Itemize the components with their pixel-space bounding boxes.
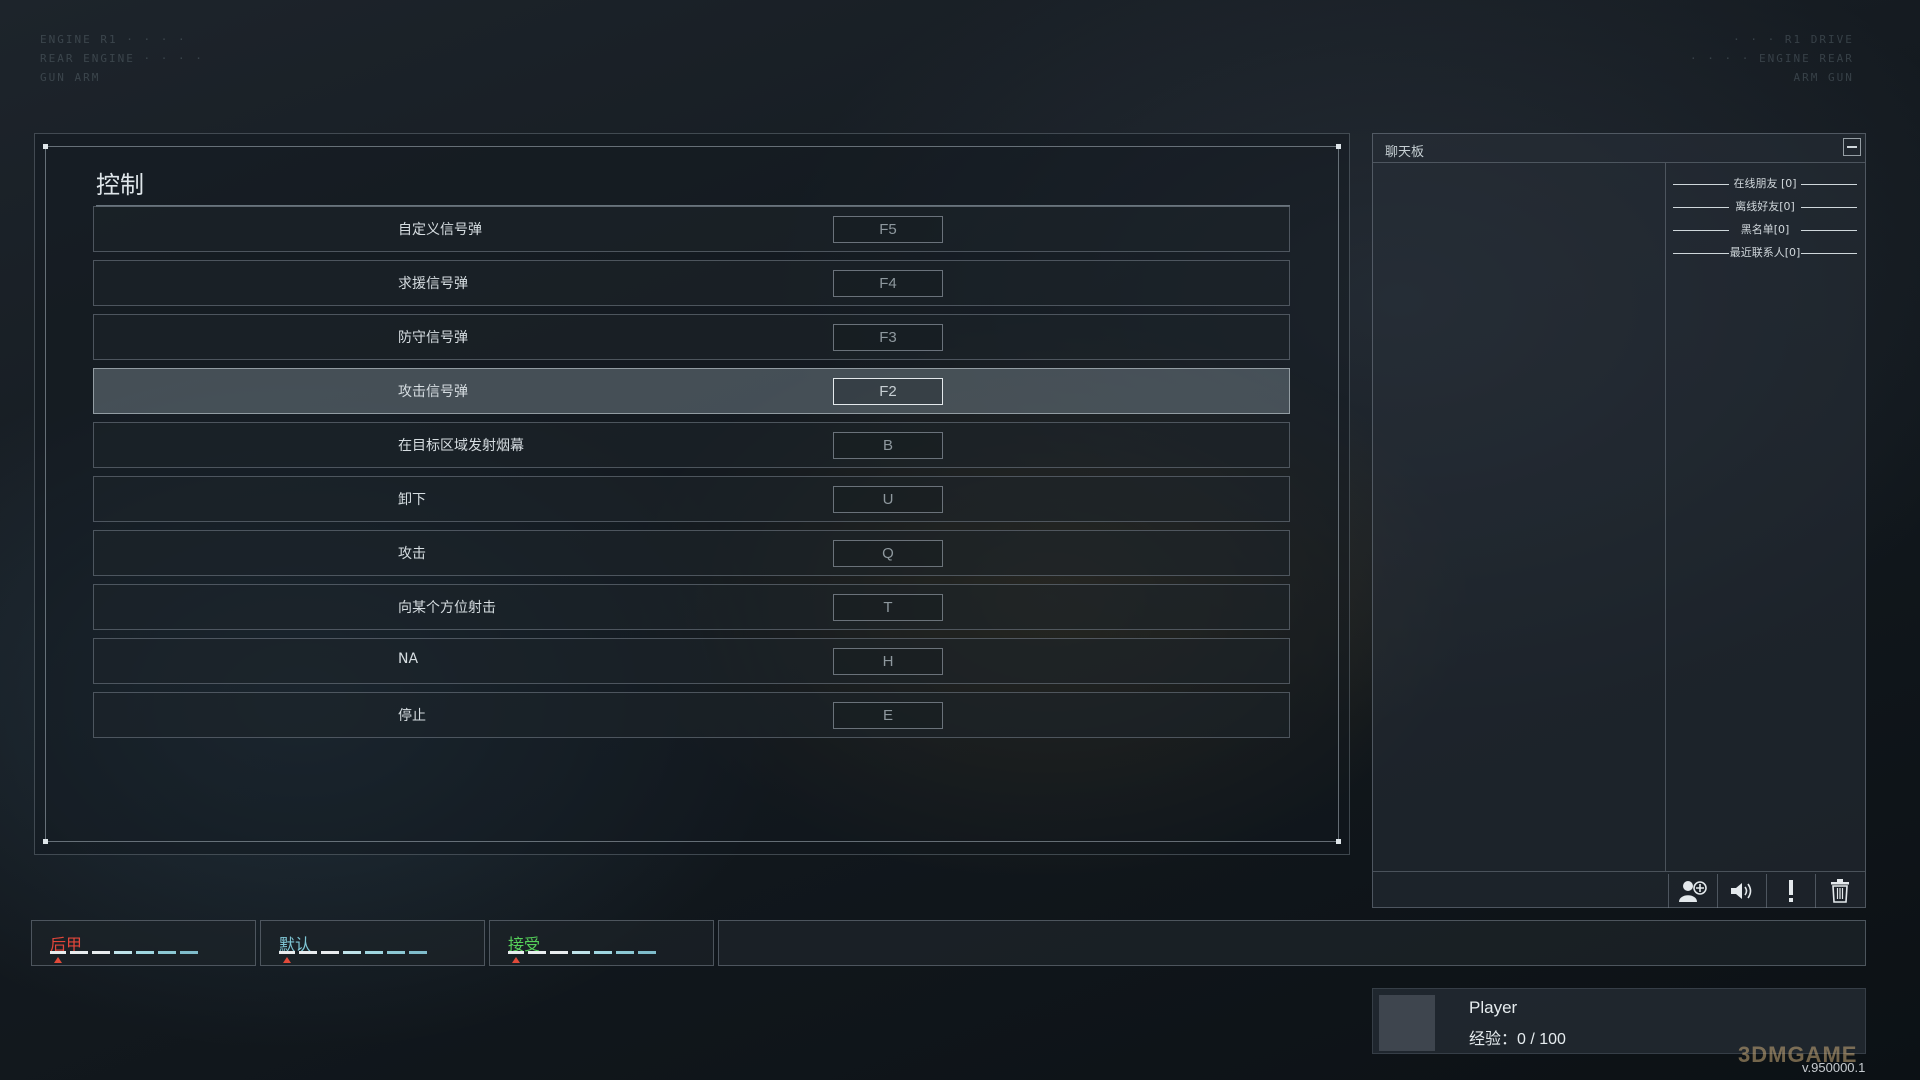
- friend-group-label: 最近联系人[0]: [1729, 246, 1801, 259]
- chat-toolbar: [1373, 871, 1865, 909]
- keybinding-key-button[interactable]: U: [833, 486, 943, 513]
- chat-header: 聊天板: [1373, 134, 1865, 163]
- version-label: v.950000.1: [1802, 1060, 1866, 1075]
- divider-line: [1673, 184, 1729, 185]
- delete-button[interactable]: [1815, 874, 1863, 908]
- keybinding-key-button[interactable]: H: [833, 648, 943, 675]
- chat-message-area[interactable]: [1373, 163, 1666, 871]
- keybinding-key-button[interactable]: F4: [833, 270, 943, 297]
- keybinding-row-attack-flare[interactable]: 攻击信号弹 F2: [93, 368, 1290, 414]
- keybinding-label: 防守信号弹: [398, 330, 468, 346]
- friend-group-recent[interactable]: 最近联系人[0]: [1673, 246, 1857, 260]
- keybinding-label: 在目标区域发射烟幕: [398, 438, 524, 454]
- keybinding-key-button[interactable]: E: [833, 702, 943, 729]
- mode-tab-default[interactable]: 默认: [260, 920, 485, 966]
- keybinding-label: NA: [398, 651, 419, 667]
- sound-button[interactable]: [1717, 874, 1765, 908]
- friend-group-online[interactable]: 在线朋友 [0]: [1673, 177, 1857, 191]
- friend-group-blacklist[interactable]: 黑名单[0]: [1673, 223, 1857, 237]
- keybinding-key-button[interactable]: Q: [833, 540, 943, 567]
- avatar: [1379, 995, 1435, 1051]
- divider-line: [1801, 230, 1857, 231]
- keybinding-label: 求援信号弹: [398, 276, 468, 292]
- keybinding-key-button[interactable]: F5: [833, 216, 943, 243]
- frame-corner: [1336, 839, 1341, 844]
- add-friend-button[interactable]: [1668, 874, 1716, 908]
- friend-group-label: 在线朋友 [0]: [1733, 177, 1797, 190]
- alert-icon: [1788, 880, 1793, 902]
- chat-title: 聊天板: [1385, 145, 1425, 160]
- keybinding-row-custom-flare[interactable]: 自定义信号弹 F5: [93, 206, 1290, 252]
- keybinding-row-stop[interactable]: 停止 E: [93, 692, 1290, 738]
- divider-line: [1801, 253, 1857, 254]
- keybinding-key-button[interactable]: T: [833, 594, 943, 621]
- hud-overlay-right: · · · R1 DRIVE · · · · ENGINE REAR ARM GUN: [1690, 33, 1854, 84]
- speaker-icon: [1730, 883, 1751, 899]
- keybinding-row-fire-direction[interactable]: 向某个方位射击 T: [93, 584, 1290, 630]
- mode-tab-armor[interactable]: 后甲: [31, 920, 256, 966]
- report-button[interactable]: [1766, 874, 1814, 908]
- frame-corner: [1336, 144, 1341, 149]
- keybinding-label: 向某个方位射击: [398, 600, 496, 616]
- mode-tab-accept[interactable]: 接受: [489, 920, 714, 966]
- mode-indicator-icon: [54, 957, 62, 963]
- hud-overlay-left: ENGINE R1 · · · · REAR ENGINE · · · · GUN …: [40, 33, 204, 84]
- divider-line: [1673, 230, 1729, 231]
- chat-panel: 聊天板 在线朋友 [0] 离线好友[0] 黑名单[0] 最近联系人[0]: [1372, 133, 1866, 908]
- keybinding-label: 自定义信号弹: [398, 222, 482, 238]
- keybinding-row-smoke[interactable]: 在目标区域发射烟幕 B: [93, 422, 1290, 468]
- keybinding-key-button[interactable]: F3: [833, 324, 943, 351]
- mode-scale: [50, 951, 212, 954]
- divider-line: [1673, 207, 1729, 208]
- mode-indicator-icon: [512, 957, 520, 963]
- trash-icon: [1830, 879, 1849, 903]
- keybinding-row-attack[interactable]: 攻击 Q: [93, 530, 1290, 576]
- divider-line: [1801, 184, 1857, 185]
- keybinding-label: 攻击信号弹: [398, 384, 468, 400]
- divider-line: [1801, 207, 1857, 208]
- mode-scale: [508, 951, 670, 954]
- friend-group-offline[interactable]: 离线好友[0]: [1673, 200, 1857, 214]
- keybinding-label: 攻击: [398, 546, 426, 562]
- divider-line: [1673, 253, 1729, 254]
- friend-group-label: 离线好友[0]: [1735, 200, 1795, 213]
- experience-value: 0 / 100: [1517, 1031, 1566, 1048]
- add-friend-icon: [1678, 881, 1707, 902]
- frame-corner: [43, 839, 48, 844]
- keybinding-row-na[interactable]: NA H: [93, 638, 1290, 684]
- keybinding-key-button[interactable]: F2: [833, 378, 943, 405]
- mode-indicator-icon: [283, 957, 291, 963]
- experience-label: 经验：: [1469, 1031, 1518, 1048]
- keybinding-label: 停止: [398, 708, 426, 724]
- keybinding-label: 卸下: [398, 492, 426, 508]
- friend-group-label: 黑名单[0]: [1740, 223, 1790, 236]
- frame-corner: [43, 144, 48, 149]
- mode-scale: [279, 951, 441, 954]
- player-experience: 经验：0 / 100: [1469, 1025, 1566, 1049]
- keybinding-key-button[interactable]: B: [833, 432, 943, 459]
- keybinding-row-help-flare[interactable]: 求援信号弹 F4: [93, 260, 1290, 306]
- player-name: Player: [1469, 998, 1518, 1017]
- status-bar: [718, 920, 1866, 966]
- panel-title: 控制: [96, 171, 144, 199]
- keybinding-row-defend-flare[interactable]: 防守信号弹 F3: [93, 314, 1290, 360]
- minimize-button[interactable]: [1843, 138, 1861, 156]
- keybinding-row-unload[interactable]: 卸下 U: [93, 476, 1290, 522]
